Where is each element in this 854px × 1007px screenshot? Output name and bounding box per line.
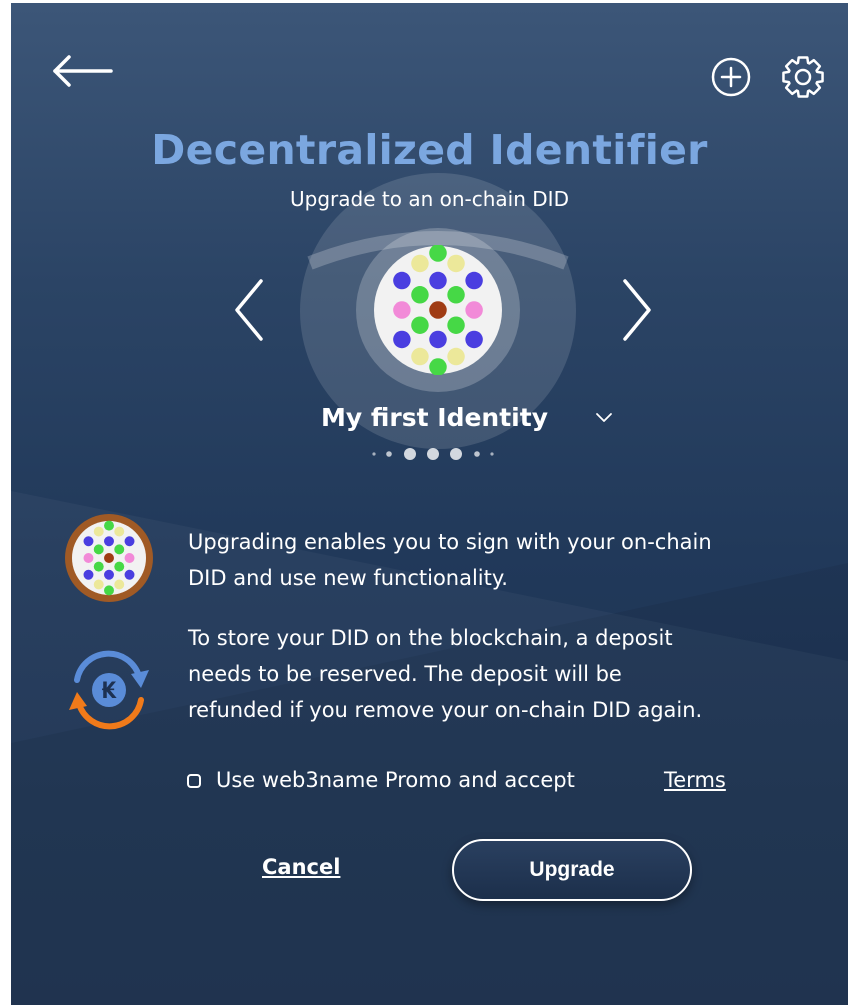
info-line: refunded if you remove your on-chain DID… [188,698,703,722]
identicon-dot [393,330,411,349]
identicon-dot [429,358,447,375]
back-button[interactable] [51,51,113,91]
identicon-dot [114,544,125,555]
identity-avatar [374,245,502,375]
identicon-dot [393,301,411,319]
identicon-dot [465,330,483,349]
promo-label: Use web3name Promo and accept [216,768,575,792]
did-upgrade-screen: Decentralized Identifier Upgrade to an o… [11,3,848,1005]
identicon-dot [104,553,114,563]
carousel-dot [372,452,376,456]
identity-selector[interactable]: My first Identity [311,401,631,441]
chevron-down-icon [596,413,612,422]
identicon-dot [447,347,465,366]
carousel-dot [474,451,480,457]
upgrade-button[interactable]: Upgrade [452,839,692,901]
settings-button[interactable] [777,51,829,103]
carousel-dot [427,448,439,460]
identicon-dot [465,301,483,319]
carousel-dot [450,448,462,460]
identicon-dot [411,286,429,304]
identicon-dot [429,245,447,262]
add-identity-button[interactable] [709,55,753,99]
identicon-dot [93,526,104,537]
page-title: Decentralized Identifier [151,126,708,174]
identicon-dot [83,569,94,580]
identicon-dot [429,271,447,290]
identicon-dot [93,544,104,555]
identicon-dot [104,569,114,580]
info-line: Upgrading enables you to sign with your … [188,530,712,554]
arrow-left-icon [53,55,113,87]
previous-identity-button[interactable] [229,275,269,345]
identicon-dot [447,254,465,273]
identicon-dot [447,286,465,304]
identicon-dot [429,330,447,349]
chevron-right-icon [623,279,651,341]
identicon-dot [411,347,429,366]
identicon-dot [429,301,447,319]
identicon-dot [411,316,429,334]
carousel-dot [386,451,392,457]
svg-text:₭: ₭ [101,679,117,704]
carousel-dot [490,452,494,456]
identicon-dot [83,553,94,563]
identicon-dot [465,271,483,290]
identicon-dot [104,536,114,547]
identicon-dot [124,569,135,580]
identicon-dot [93,561,104,572]
identicon-dot [114,579,125,590]
info-line: needs to be reserved. The deposit will b… [188,662,622,686]
cancel-button[interactable]: Cancel [262,855,340,879]
identity-carousel-dots [372,448,494,460]
identicon-dot [447,316,465,334]
identicon-dot [104,585,114,596]
carousel-dot [404,448,416,460]
identity-name: My first Identity [321,403,548,432]
gear-icon [782,56,824,98]
identicon-dot [124,553,135,563]
terms-link[interactable]: Terms [664,768,726,792]
info-line: DID and use new functionality. [188,566,508,590]
identicon-dot [393,271,411,290]
promo-checkbox[interactable] [187,774,201,788]
info-text: Upgrading enables you to sign with your … [188,524,712,596]
info-line: To store your DID on the blockchain, a d… [188,626,673,650]
identicon-dot [114,526,125,537]
identicon-dot [93,579,104,590]
info-text: To store your DID on the blockchain, a d… [188,620,702,728]
identicon-dot [104,520,114,531]
plus-circle-icon [711,57,751,97]
next-identity-button[interactable] [617,275,657,345]
identicon-icon [65,514,153,602]
identicon-dot [124,536,135,547]
identicon-dot [83,536,94,547]
chevron-left-icon [235,279,263,341]
identicon-dot [114,561,125,572]
identicon-dot [411,254,429,273]
kilt-deposit-refund-icon: ₭ [69,650,149,730]
